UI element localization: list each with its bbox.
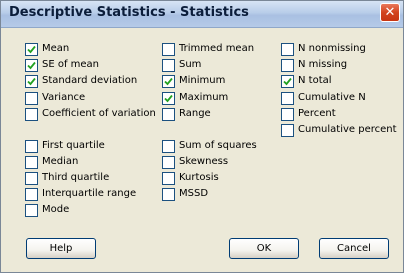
cumulative-n-label: Cumulative N xyxy=(298,92,366,103)
close-button[interactable]: ✕ xyxy=(380,3,400,22)
kurtosis-label: Kurtosis xyxy=(179,172,219,183)
checkbox-box xyxy=(25,59,38,72)
dialog-title: Descriptive Statistics - Statistics xyxy=(9,5,249,20)
checkbox-box xyxy=(25,140,38,153)
checkbox-box xyxy=(162,108,175,121)
sum-of-squares-label: Sum of squares xyxy=(179,140,257,151)
statistics-dialog: Descriptive Statistics - Statistics ✕ Me… xyxy=(0,0,404,273)
n-nonmissing-label: N nonmissing xyxy=(298,43,366,54)
checkbox-box xyxy=(25,108,38,121)
close-icon: ✕ xyxy=(384,5,396,20)
checkbox-box xyxy=(281,43,294,56)
mean-label: Mean xyxy=(42,43,70,54)
checkbox-box xyxy=(25,75,38,88)
trimmed-mean-label: Trimmed mean xyxy=(179,43,255,54)
sum-label: Sum xyxy=(179,59,202,70)
checkbox-box xyxy=(162,43,175,56)
help-button[interactable]: Help xyxy=(26,238,96,259)
checkbox-box xyxy=(281,75,294,88)
checkbox-box xyxy=(281,124,294,137)
first-quartile-label: First quartile xyxy=(42,140,105,151)
mode-label: Mode xyxy=(42,204,70,215)
checkbox-box xyxy=(25,188,38,201)
checkbox-box xyxy=(162,75,175,88)
checkbox-box xyxy=(162,172,175,185)
checkmark-icon xyxy=(27,45,36,54)
variance-label: Variance xyxy=(42,92,86,103)
cancel-button[interactable]: Cancel xyxy=(319,238,389,259)
skewness-label: Skewness xyxy=(179,156,229,167)
cumulative-percent-label: Cumulative percent xyxy=(298,124,397,135)
interquartile-range-label: Interquartile range xyxy=(42,188,137,199)
checkmark-icon xyxy=(283,77,292,86)
checkbox-box xyxy=(162,92,175,105)
se-of-mean-label: SE of mean xyxy=(42,59,100,70)
checkbox-box xyxy=(25,172,38,185)
ok-button[interactable]: OK xyxy=(229,238,299,259)
coefficient-of-variation-label: Coefficient of variation xyxy=(42,108,156,119)
checkbox-box xyxy=(162,188,175,201)
title-bar[interactable]: Descriptive Statistics - Statistics ✕ xyxy=(1,1,403,28)
checkbox-box xyxy=(162,156,175,169)
checkbox-box xyxy=(25,92,38,105)
checkmark-icon xyxy=(164,94,173,103)
range-label: Range xyxy=(179,108,211,119)
checkbox-box xyxy=(281,59,294,72)
checkbox-box xyxy=(281,108,294,121)
checkbox-box xyxy=(25,43,38,56)
n-missing-label: N missing xyxy=(298,59,348,70)
maximum-label: Maximum xyxy=(179,92,229,103)
checkmark-icon xyxy=(164,77,173,86)
median-label: Median xyxy=(42,156,79,167)
percent-label: Percent xyxy=(298,108,336,119)
checkbox-box xyxy=(25,156,38,169)
third-quartile-label: Third quartile xyxy=(42,172,110,183)
standard-deviation-label: Standard deviation xyxy=(42,75,138,86)
checkmark-icon xyxy=(27,61,36,70)
checkbox-box xyxy=(162,59,175,72)
n-total-label: N total xyxy=(298,75,332,86)
checkbox-box xyxy=(25,204,38,217)
mssd-label: MSSD xyxy=(179,188,209,199)
minimum-label: Minimum xyxy=(179,75,226,86)
checkmark-icon xyxy=(27,77,36,86)
checkbox-box xyxy=(162,140,175,153)
checkbox-box xyxy=(281,92,294,105)
